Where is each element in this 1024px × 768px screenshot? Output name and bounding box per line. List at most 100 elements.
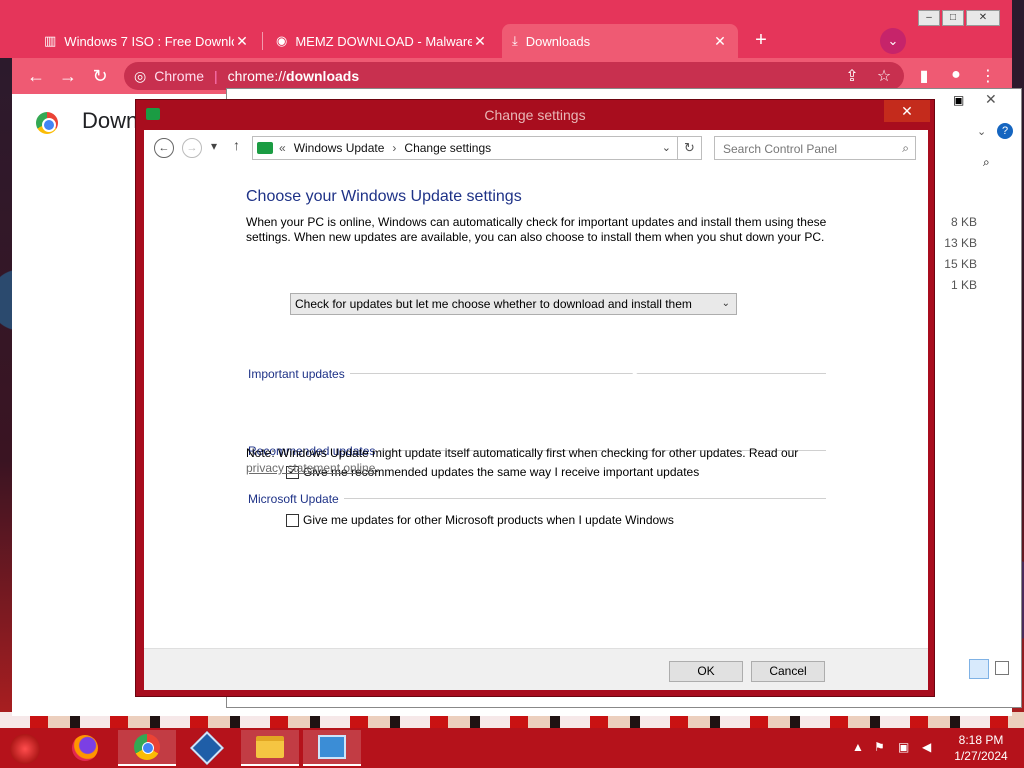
tab-title: Windows 7 ISO : Free Download xyxy=(64,33,234,49)
archive-icon: ▥ xyxy=(44,33,57,48)
taskbar-chrome[interactable] xyxy=(118,730,176,766)
globe-icon: ◉ xyxy=(276,33,288,48)
close-icon[interactable]: ✕ xyxy=(985,91,997,108)
ok-button[interactable]: OK xyxy=(669,661,743,682)
important-updates-header: Important updates xyxy=(248,367,345,381)
close-window-button[interactable]: ✕ xyxy=(966,10,1000,26)
recent-locations-icon[interactable]: ▾ xyxy=(211,139,217,153)
taskbar: ▲ ⚑ ▣ ◀ 8:18 PM 1/27/2024 xyxy=(0,728,1024,768)
cancel-button[interactable]: Cancel xyxy=(751,661,825,682)
origin-chip: Chrome xyxy=(154,68,205,84)
firefox-icon xyxy=(72,735,98,761)
tab-close-icon[interactable]: ✕ xyxy=(234,33,250,50)
minimize-button[interactable]: – xyxy=(918,10,940,26)
back-arrow-icon[interactable]: ← xyxy=(154,138,174,158)
tab-search-button[interactable]: ⌄ xyxy=(880,28,906,54)
up-arrow-icon[interactable]: ↑ xyxy=(233,137,240,153)
forward-icon[interactable]: → xyxy=(58,66,78,86)
tab-title: Downloads xyxy=(525,33,591,49)
change-settings-dialog: Change settings ✕ ← → ▾ ↑ « Windows Upda… xyxy=(135,99,935,697)
dialog-client: ← → ▾ ↑ « Windows Update › Change settin… xyxy=(144,130,928,690)
volume-muted-icon[interactable]: ◀ xyxy=(922,740,931,754)
breadcrumb-change-settings[interactable]: Change settings xyxy=(404,141,491,155)
tab-windows7-iso[interactable]: ▥ Windows 7 ISO : Free Download ✕ xyxy=(34,24,260,58)
file-size: 1 KB xyxy=(950,278,977,292)
privacy-statement-link[interactable]: privacy statement online xyxy=(246,461,375,475)
page-title: Choose your Windows Update settings xyxy=(246,188,522,205)
divider xyxy=(344,498,826,499)
note-end: . xyxy=(375,461,379,475)
downloads-page-title: Down xyxy=(82,108,139,133)
taskbar-control-panel[interactable] xyxy=(303,730,361,766)
chrome-logo-icon: ◎ xyxy=(134,67,147,84)
tab-close-icon[interactable]: ✕ xyxy=(472,33,488,50)
breadcrumb-windows-update[interactable]: Windows Update xyxy=(294,141,385,155)
file-size: 8 KB xyxy=(950,215,977,229)
tab-close-icon[interactable]: ✕ xyxy=(712,33,728,50)
chevron-down-icon[interactable]: ⌄ xyxy=(662,141,671,154)
breadcrumb-overflow[interactable]: « xyxy=(279,141,286,155)
divider xyxy=(350,373,826,374)
breadcrumb-separator: › xyxy=(392,141,397,155)
search-input[interactable]: Search Control Panel ⌕ xyxy=(714,136,916,160)
address-bar[interactable]: « Windows Update › Change settings ⌄ ↻ xyxy=(252,136,702,160)
chrome-tab-bar: ▥ Windows 7 ISO : Free Download ✕ ◉ MEMZ… xyxy=(0,0,1012,58)
tab-separator xyxy=(262,32,263,50)
dialog-footer: OK Cancel xyxy=(144,648,928,690)
control-panel-icon xyxy=(257,142,273,154)
dialog-title: Change settings xyxy=(484,107,586,123)
tab-memz-download[interactable]: ◉ MEMZ DOWNLOAD - Malware d ✕ xyxy=(266,24,498,58)
profile-avatar-icon[interactable]: ● xyxy=(946,66,966,84)
action-center-flag-icon[interactable]: ⚑ xyxy=(874,740,885,754)
taskbar-firefox[interactable] xyxy=(56,730,114,766)
bookmark-star-icon[interactable]: ☆ xyxy=(874,66,894,86)
note-text: Note: Windows Update might update itself… xyxy=(246,446,799,460)
clock-date: 1/27/2024 xyxy=(954,749,1008,763)
taskbar-file-explorer[interactable] xyxy=(241,730,299,766)
reload-icon[interactable]: ↻ xyxy=(90,66,110,86)
maximize-button[interactable]: □ xyxy=(942,10,964,26)
maximize-icon[interactable]: ▣ xyxy=(953,93,964,107)
clock-time: 8:18 PM xyxy=(958,733,1004,747)
file-size: 13 KB xyxy=(944,236,977,250)
important-updates-dropdown[interactable]: Check for updates but let me choose whet… xyxy=(290,293,737,315)
microsoft-update-checkbox[interactable] xyxy=(286,513,299,527)
show-hidden-icons-icon[interactable]: ▲ xyxy=(852,740,864,754)
forward-arrow-icon[interactable]: → xyxy=(182,138,202,158)
virtualbox-icon xyxy=(190,731,224,765)
menu-kebab-icon[interactable]: ⋮ xyxy=(978,66,998,86)
details-view-icon[interactable] xyxy=(969,659,989,679)
chevron-down-icon[interactable]: ⌄ xyxy=(977,125,986,138)
dialog-close-button[interactable]: ✕ xyxy=(884,100,930,122)
back-icon[interactable]: ← xyxy=(26,66,46,86)
description-text: When your PC is online, Windows can auto… xyxy=(246,215,827,244)
url-separator: | xyxy=(214,68,218,84)
dropdown-selected-value: Check for updates but let me choose whet… xyxy=(295,297,692,311)
chrome-logo-icon xyxy=(36,112,58,134)
chrome-icon xyxy=(134,734,160,760)
search-icon[interactable]: ⌕ xyxy=(983,155,990,170)
refresh-icon[interactable]: ↻ xyxy=(677,137,701,159)
tab-title: MEMZ DOWNLOAD - Malware d xyxy=(295,33,472,49)
search-icon[interactable]: ⌕ xyxy=(902,141,909,156)
chevron-down-icon: ⌄ xyxy=(721,298,730,309)
checkbox-label: Give me updates for other Microsoft prod… xyxy=(303,513,674,527)
system-clock[interactable]: 8:18 PM 1/27/2024 xyxy=(948,732,1014,764)
settings-content: Choose your Windows Update settings When… xyxy=(246,188,826,245)
share-icon[interactable]: ⇪ xyxy=(842,66,862,86)
folder-icon xyxy=(256,736,284,758)
tab-downloads[interactable]: ⤓ Downloads ✕ xyxy=(502,24,738,58)
new-tab-button[interactable]: + xyxy=(750,30,772,52)
network-icon[interactable]: ▣ xyxy=(898,740,909,754)
download-icon: ⤓ xyxy=(512,33,518,48)
large-icons-view-icon[interactable] xyxy=(995,661,1009,675)
url-text: chrome://downloads xyxy=(227,68,360,84)
start-button[interactable] xyxy=(10,734,40,764)
search-placeholder: Search Control Panel xyxy=(723,142,838,156)
microsoft-update-option[interactable]: Give me updates for other Microsoft prod… xyxy=(286,513,674,527)
side-panel-icon[interactable]: ▮ xyxy=(914,66,934,86)
taskbar-virtualbox[interactable] xyxy=(178,730,236,766)
microsoft-update-header: Microsoft Update xyxy=(248,492,339,506)
help-icon[interactable]: ? xyxy=(997,123,1013,139)
address-bar[interactable]: ◎ Chrome | chrome://downloads xyxy=(124,62,904,90)
